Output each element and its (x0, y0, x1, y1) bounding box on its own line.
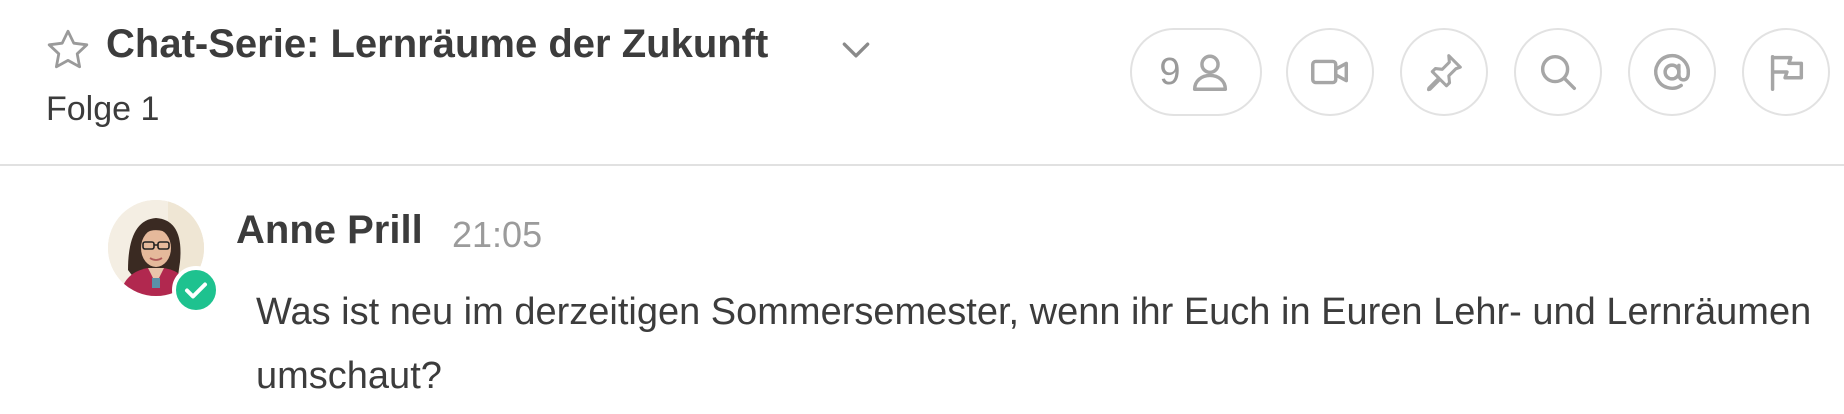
mentions-button[interactable] (1628, 28, 1716, 116)
channel-subtitle: Folge 1 (46, 90, 160, 128)
message-item: Anne Prill 21:05 Was ist neu im derzeiti… (0, 166, 1844, 414)
flag-icon (1770, 54, 1804, 91)
search-button[interactable] (1514, 28, 1602, 116)
flag-button[interactable] (1742, 28, 1830, 116)
message-text: Was ist neu im derzeitigen Sommersemeste… (256, 291, 1812, 397)
members-count: 9 (1159, 50, 1181, 93)
chevron-down-icon[interactable] (836, 30, 876, 70)
online-status-badge (172, 266, 220, 314)
message-timestamp: 21:05 (452, 214, 543, 255)
pinned-messages-button[interactable] (1400, 28, 1488, 116)
channel-title: Chat-Serie: Lernräume der Zukunft (106, 22, 769, 66)
message-author[interactable]: Anne Prill (236, 208, 423, 253)
user-icon (1192, 54, 1227, 91)
video-icon (1311, 59, 1349, 85)
pin-icon (1426, 54, 1462, 92)
channel-header: Chat-Serie: Lernräume der Zukunft Folge … (0, 0, 1844, 166)
search-icon (1540, 54, 1577, 91)
members-button[interactable]: 9 (1130, 28, 1262, 116)
star-icon[interactable] (44, 26, 92, 74)
video-call-button[interactable] (1286, 28, 1374, 116)
check-icon (185, 282, 207, 299)
at-icon (1654, 53, 1691, 90)
